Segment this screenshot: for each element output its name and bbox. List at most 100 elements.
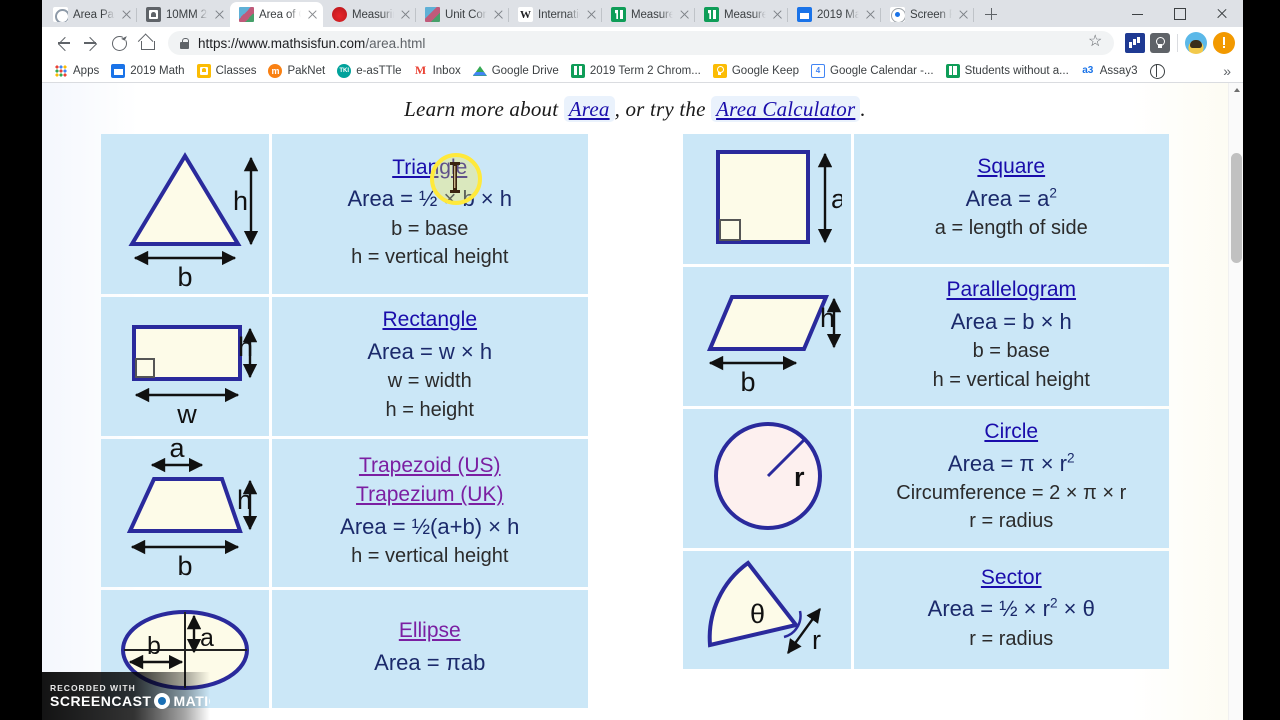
tab-label: Area Para [73,8,115,21]
formula-row: b h Triangle Area = ½ × b × hb = base h = ve… [101,134,588,294]
triangle-figure: bh [101,134,269,294]
tab-3[interactable]: Area of C [230,2,323,27]
bookmark-2[interactable]: 2019 Math [105,62,190,80]
svg-text:a: a [831,184,842,214]
lead-after: . [860,97,866,121]
bookmark-label: Apps [73,64,100,77]
tab-label: 2019 Ma [817,8,859,21]
close-tab-icon[interactable] [492,8,505,21]
forward-arrow-icon[interactable] [78,30,104,56]
update-menu-icon[interactable] [1213,32,1235,54]
bookmark-5[interactable]: TKI e-asTTle [331,62,407,80]
close-tab-icon[interactable] [306,8,319,21]
tab-7[interactable]: Measure [602,2,695,27]
tab-6[interactable]: W Internatio [509,2,602,27]
formula-cell: Triangle Area = ½ × b × h b = base h = vert… [272,134,588,294]
svg-text:a: a [200,624,214,652]
page-viewport: Learn more about Area, or try the Area C… [42,83,1243,720]
profile-avatar[interactable] [1185,32,1207,54]
star-icon[interactable] [1088,31,1103,51]
circle-figure: r [682,408,851,548]
bookmark-11[interactable]: Students without a... [940,62,1075,80]
bookmark-6[interactable]: M Inbox [408,62,467,80]
formula-column-right: a Square Area = a2 a = length of side b h Para… [682,134,1169,708]
bookmark-7[interactable]: Google Drive [467,62,565,80]
shape-outline-icon [53,7,68,22]
formula-text: Area = πab [374,649,486,675]
tab-4[interactable]: Measurin [323,2,416,27]
bookmark-3[interactable]: Classes [191,62,263,80]
tab-5[interactable]: Unit Con [416,2,509,27]
tab-label: Area of C [259,8,301,21]
shape-link-trapezium[interactable]: Trapezium (UK) [356,482,503,509]
bookmark-8[interactable]: 2019 Term 2 Chrom... [565,62,707,80]
maximize-button[interactable] [1159,0,1201,27]
svg-text:θ: θ [750,599,765,629]
bookmark-label: Classes [215,64,257,77]
bookmark-4[interactable]: m PakNet [262,62,331,80]
scroll-up-arrow-icon[interactable] [1233,88,1240,92]
close-tab-icon[interactable] [678,8,691,21]
close-tab-icon[interactable] [771,8,784,21]
bookmark-12[interactable]: a3 Assay3 [1075,62,1144,80]
gmail-icon: M [413,63,428,78]
tab-10[interactable]: Screen R [881,2,974,27]
formula-text: Area = a2 [965,185,1057,211]
google-sheets-icon [704,7,719,22]
legend-text: h = vertical height [351,246,509,269]
shape-link-sector[interactable]: Sector [981,565,1042,592]
close-tab-icon[interactable] [399,8,412,21]
assay-icon: a3 [1080,63,1095,78]
area-calculator-link[interactable]: Area Calculator [711,96,861,122]
shape-link-trapezoid-us[interactable]: Trapezoid (US) [359,453,501,480]
close-tab-icon[interactable] [957,8,970,21]
sector-figure: θr [682,550,851,669]
trapezoid-figure: a b h [101,438,269,587]
bookmark-label: Google Keep [731,64,799,77]
shape-link-rectangle[interactable]: Rectangle [382,307,477,334]
home-icon[interactable] [134,30,160,56]
tab-label: Unit Con [445,8,487,21]
address-bar[interactable]: https://www.mathsisfun.com/area.html [168,31,1114,55]
area-link[interactable]: Area [563,96,615,122]
browser-window: Area Para 10MM 20 Area of C Measurin Unit Co… [42,0,1243,720]
close-tab-icon[interactable] [864,8,877,21]
shape-link-triangle[interactable]: Triangle [392,155,467,182]
keep-extension-icon[interactable] [1150,33,1170,53]
shape-link-square[interactable]: Square [977,154,1045,181]
formula-text: Area = π × r2 [947,450,1075,476]
shape-link-parallelogram[interactable]: Parallelogram [946,277,1076,304]
chart-extension-icon[interactable] [1125,33,1145,53]
google-sheets-icon [611,7,626,22]
close-window-button[interactable] [1201,0,1243,27]
bookmark-9[interactable]: Google Keep [707,62,805,80]
window-controls [1117,0,1243,27]
legend-text: r = radius [969,627,1054,650]
back-arrow-icon[interactable] [50,30,76,56]
page-scrollbar[interactable] [1228,83,1243,720]
google-calendar-icon: 4 [811,63,825,78]
bookmark-10[interactable]: 4 Google Calendar -... [805,62,940,80]
shape-link-ellipse[interactable]: Ellipse [399,618,461,645]
bookmark-1[interactable]: Apps [48,62,105,80]
close-tab-icon[interactable] [213,8,226,21]
tab-2[interactable]: 10MM 20 [137,2,230,27]
globe-icon [1149,63,1165,79]
tab-8[interactable]: Measure [695,2,788,27]
bookmarks-overflow-button[interactable]: » [1223,63,1237,79]
legend-text: b = base [972,340,1050,363]
legend-text: r = radius [969,510,1054,533]
shape-link-circle[interactable]: Circle [984,419,1038,446]
tab-9[interactable]: 2019 Ma [788,2,881,27]
new-tab-button[interactable] [978,1,1004,27]
bookmark-label: Assay3 [1099,64,1138,77]
minimize-button[interactable] [1117,0,1159,27]
scrollbar-thumb[interactable] [1231,153,1242,263]
screen-recorder-icon [890,7,905,22]
tab-1[interactable]: Area Para [44,2,137,27]
close-tab-icon[interactable] [585,8,598,21]
bookmark-13[interactable] [1143,62,1169,80]
formula-row: r Circle Area = π × r2 Circumference = 2 ×… [682,408,1169,548]
close-tab-icon[interactable] [120,8,133,21]
reload-icon[interactable] [106,30,132,56]
